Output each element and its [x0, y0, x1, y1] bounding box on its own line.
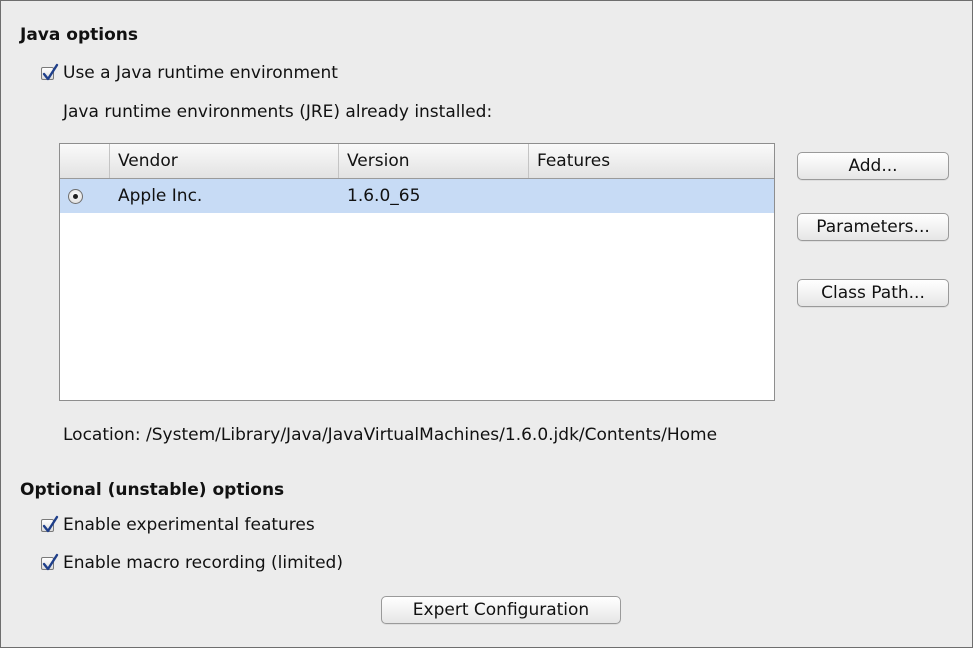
optional-options-heading: Optional (unstable) options [20, 480, 285, 500]
add-button[interactable]: Add... [797, 152, 949, 180]
macro-checkbox[interactable] [41, 553, 59, 570]
radio-dot-icon [73, 194, 78, 199]
use-jre-checkbox[interactable] [41, 63, 59, 80]
jre-vendor-cell: Apple Inc. [118, 186, 203, 206]
expert-configuration-button[interactable]: Expert Configuration [381, 596, 621, 624]
column-header-features[interactable]: Features [529, 144, 771, 178]
checkmark-icon [42, 553, 59, 570]
jre-select-radio[interactable] [68, 189, 83, 204]
macro-label: Enable macro recording (limited) [63, 553, 343, 573]
experimental-label: Enable experimental features [63, 515, 315, 535]
jre-version-cell: 1.6.0_65 [347, 186, 421, 206]
column-header-vendor[interactable]: Vendor [110, 144, 339, 178]
experimental-checkbox-row[interactable]: Enable experimental features [41, 515, 315, 535]
parameters-button[interactable]: Parameters... [797, 213, 949, 241]
use-jre-label: Use a Java runtime environment [63, 63, 338, 83]
checkmark-icon [42, 515, 59, 532]
jre-table: Vendor Version Features Apple Inc. 1.6.0… [59, 143, 775, 401]
java-options-heading: Java options [20, 25, 138, 45]
macro-checkbox-row[interactable]: Enable macro recording (limited) [41, 553, 343, 573]
jre-location-text: Location: /System/Library/Java/JavaVirtu… [63, 425, 718, 445]
checkmark-icon [42, 63, 59, 80]
column-header-version[interactable]: Version [339, 144, 529, 178]
use-jre-checkbox-row[interactable]: Use a Java runtime environment [41, 63, 338, 83]
jre-features-cell [529, 179, 771, 213]
column-header-select[interactable] [60, 144, 110, 178]
experimental-checkbox[interactable] [41, 515, 59, 532]
class-path-button[interactable]: Class Path... [797, 279, 949, 307]
jre-table-header: Vendor Version Features [60, 144, 774, 179]
jre-installed-label: Java runtime environments (JRE) already … [63, 102, 493, 122]
table-row[interactable]: Apple Inc. 1.6.0_65 [60, 179, 774, 213]
java-options-panel: Java options Use a Java runtime environm… [0, 0, 973, 648]
